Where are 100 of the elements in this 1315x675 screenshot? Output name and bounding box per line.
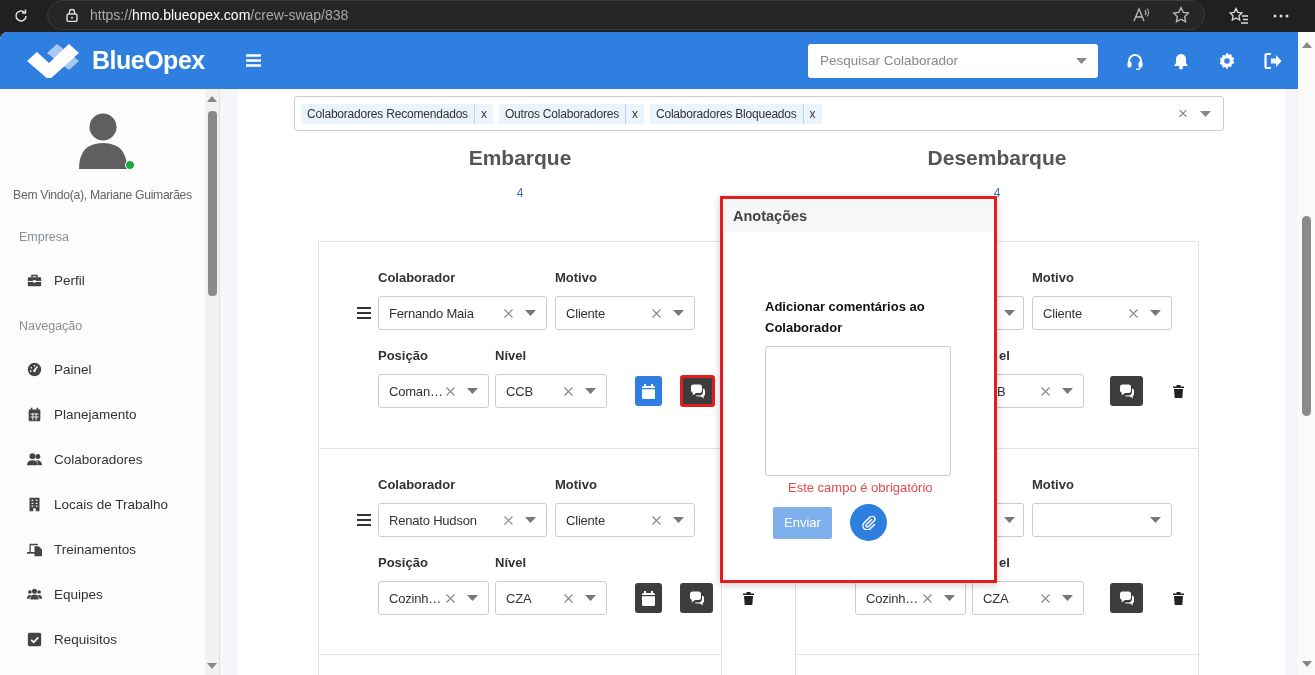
chat-icon: [1118, 383, 1135, 399]
address-bar[interactable]: https://hmo.blueopex.com/crew-swap/838: [47, 0, 1205, 30]
select-field[interactable]: [997, 296, 1024, 330]
search-field[interactable]: Pesquisar Colaborador: [808, 43, 1098, 78]
clear-icon[interactable]: [504, 308, 513, 318]
nav-item[interactable]: Planejamento: [27, 405, 205, 423]
calendar-button[interactable]: [635, 583, 662, 613]
bell-icon[interactable]: [1172, 51, 1190, 70]
tag-label: Colaboradores Bloqueados: [649, 103, 804, 124]
more-icon[interactable]: [1273, 14, 1289, 18]
drag-handle-icon[interactable]: [357, 514, 371, 526]
clear-icon[interactable]: [1041, 593, 1050, 603]
logout-icon[interactable]: [1264, 51, 1282, 70]
nav-item[interactable]: Treinamentos: [27, 540, 205, 558]
users-icon: [27, 451, 42, 467]
clear-icon[interactable]: [564, 386, 573, 396]
field-label: Motivo: [1032, 270, 1075, 286]
select-field[interactable]: CZA: [495, 581, 607, 615]
field-label: Adicionar comentários ao Colaborador: [765, 298, 926, 337]
trash-icon[interactable]: [743, 591, 754, 605]
field-label: Motivo: [555, 270, 598, 286]
checkmark-logo-icon: [27, 43, 79, 78]
clear-icon[interactable]: [446, 386, 455, 396]
chat-button[interactable]: [680, 583, 713, 613]
chat-button[interactable]: [1110, 583, 1143, 613]
dropdown-arrow-icon: [944, 595, 955, 601]
dropdown-arrow-icon: [1062, 388, 1073, 394]
dropdown-arrow-icon: [525, 517, 536, 523]
chat-icon: [1118, 590, 1135, 606]
field-label: Nível: [495, 348, 528, 364]
select-field[interactable]: [1032, 503, 1172, 537]
clear-icon[interactable]: [1129, 308, 1138, 318]
user-group-icon: [27, 586, 42, 602]
avatar-icon: [76, 113, 129, 169]
lock-icon: [66, 8, 78, 22]
headset-icon[interactable]: [1126, 51, 1144, 70]
dropdown-arrow-icon: [673, 310, 684, 316]
tag-remove[interactable]: x: [803, 106, 822, 121]
nav-item[interactable]: Requisitos: [27, 630, 205, 648]
count-text: 4: [516, 186, 524, 200]
settings-icon[interactable]: [1218, 51, 1236, 70]
tag-remove[interactable]: x: [474, 106, 493, 121]
drag-handle-icon[interactable]: [357, 307, 371, 319]
clear-control[interactable]: ×: [1178, 103, 1188, 124]
clear-icon[interactable]: [564, 593, 573, 603]
clear-icon[interactable]: [652, 308, 661, 318]
dropdown-arrow-icon: [673, 517, 684, 523]
dropdown-arrow-icon: [585, 595, 596, 601]
select-field[interactable]: Cliente: [555, 503, 695, 537]
dropdown-arrow-icon: [467, 388, 478, 394]
welcome-text: Bem Vindo(a), Mariane Guimarães: [12, 188, 193, 202]
dropdown-arrow-icon: [467, 595, 478, 601]
select-field[interactable]: Renato Hudson: [378, 503, 547, 537]
briefcase-icon: [27, 272, 42, 288]
nav-item[interactable]: Locais de Trabalho: [27, 495, 205, 513]
clear-icon[interactable]: [446, 593, 455, 603]
select-field[interactable]: Cozinh…: [855, 581, 966, 615]
reload-icon[interactable]: [13, 8, 29, 24]
gauge-icon: [27, 361, 42, 377]
dropdown-arrow-icon: [525, 310, 536, 316]
dropdown-arrow-icon: [1076, 57, 1087, 64]
nav-item[interactable]: Painel: [27, 360, 205, 378]
select-field[interactable]: CZA: [972, 581, 1084, 615]
count-text: 4: [993, 186, 1001, 200]
select-field[interactable]: CCB: [495, 374, 607, 408]
select-field[interactable]: [997, 503, 1024, 537]
select-field[interactable]: Cozinh…: [378, 581, 489, 615]
trash-icon[interactable]: [1173, 591, 1184, 605]
field-label: Posição: [378, 348, 429, 364]
popover-title: Anotações: [723, 199, 994, 232]
field-label: el: [998, 348, 1011, 364]
chat-button[interactable]: [1110, 376, 1143, 406]
trash-icon[interactable]: [1173, 384, 1184, 398]
favorites-icon[interactable]: [1229, 7, 1249, 25]
star-icon[interactable]: [1172, 6, 1190, 24]
nav-item[interactable]: Equipes: [27, 585, 205, 603]
calendar-icon: [642, 590, 655, 606]
select-field[interactable]: Fernando Maia: [378, 296, 547, 330]
clear-icon[interactable]: [504, 515, 513, 525]
nav-item[interactable]: Perfil: [27, 271, 205, 289]
menu-icon[interactable]: [245, 54, 261, 67]
clear-icon[interactable]: [1041, 386, 1050, 396]
select-field[interactable]: Coman…: [378, 374, 489, 408]
read-aloud-icon[interactable]: [1132, 7, 1150, 23]
chat-icon: [689, 383, 706, 399]
tag-remove[interactable]: x: [625, 106, 644, 121]
clear-icon[interactable]: [923, 593, 932, 603]
calendar-icon: [642, 383, 655, 399]
filter-select[interactable]: Colaboradores Recomendados x Outros Colaboradores x Colaboradores Bloqueados x ×: [294, 96, 1224, 131]
calendar-icon: [27, 406, 42, 422]
nav-item[interactable]: Colaboradores: [27, 450, 205, 468]
chat-button[interactable]: [680, 375, 715, 407]
select-field[interactable]: Cliente: [555, 296, 695, 330]
select-field[interactable]: Cliente: [1032, 296, 1172, 330]
chat-icon: [688, 590, 705, 606]
clear-icon[interactable]: [652, 515, 661, 525]
attach-button[interactable]: [850, 504, 887, 541]
dropdown-arrow-icon: [585, 388, 596, 394]
dropdown-arrow-icon: [1004, 517, 1015, 523]
field-label: Motivo: [555, 477, 598, 493]
